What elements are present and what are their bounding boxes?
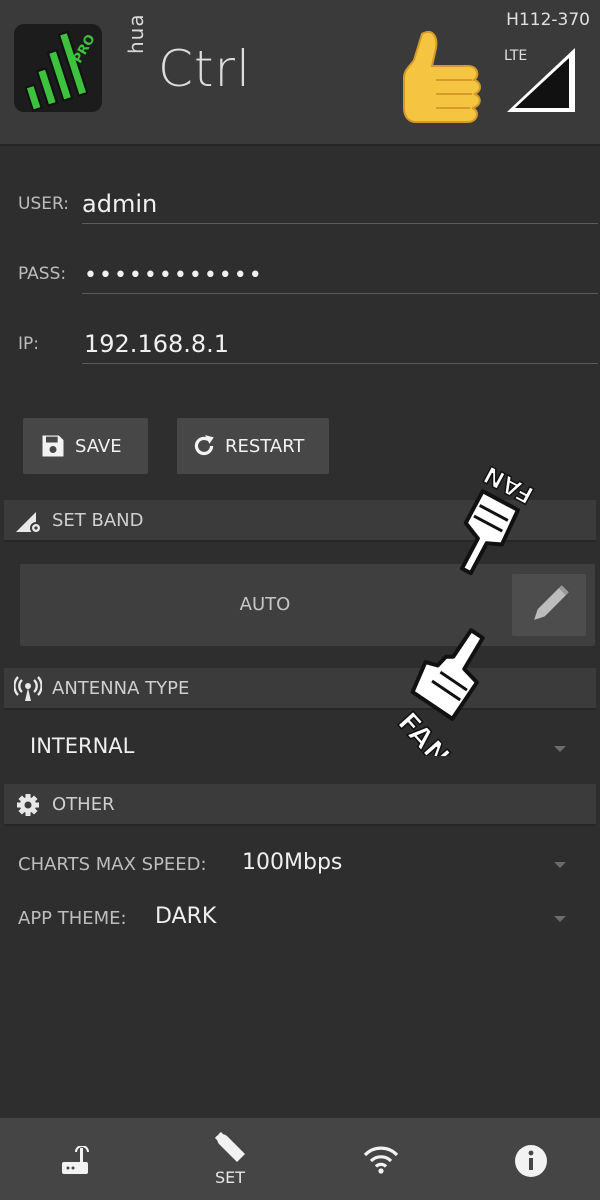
other-header: OTHER — [4, 784, 596, 826]
wifi-icon — [363, 1146, 399, 1174]
info-icon — [515, 1145, 547, 1177]
user-input[interactable]: admin — [82, 190, 157, 218]
ip-underline — [82, 363, 598, 364]
antenna-icon — [14, 676, 42, 701]
ip-field[interactable]: IP: 192.168.8.1 — [0, 316, 600, 364]
charts-max-speed-value: 100Mbps — [242, 850, 343, 875]
signal-icon — [507, 48, 575, 112]
restart-icon — [194, 435, 214, 456]
charts-max-speed-label: CHARTS MAX SPEED: — [18, 854, 207, 875]
user-field[interactable]: USER: admin — [0, 176, 600, 224]
nav-set-label: SET — [214, 1168, 246, 1187]
charts-dropdown-caret — [554, 862, 566, 868]
ip-label: IP: — [18, 334, 39, 354]
gear-icon — [17, 794, 39, 816]
app-theme-label: APP THEME: — [18, 908, 127, 929]
app-theme-value: DARK — [155, 904, 217, 929]
charts-max-speed-select[interactable]: CHARTS MAX SPEED: 100Mbps — [0, 846, 600, 886]
pass-underline — [82, 293, 598, 294]
logo-icon: PRO — [14, 24, 102, 112]
save-button[interactable]: SAVE — [23, 418, 148, 474]
user-label: USER: — [18, 194, 69, 214]
router-icon — [62, 1146, 89, 1174]
save-label: SAVE — [75, 435, 122, 457]
nav-info[interactable] — [456, 1118, 600, 1200]
band-value: AUTO — [239, 594, 291, 615]
thumbs-up-icon — [403, 30, 481, 123]
app-theme-select[interactable]: APP THEME: DARK — [0, 900, 600, 940]
pass-input[interactable]: •••••••••••• — [84, 263, 264, 288]
user-underline — [82, 223, 598, 224]
device-model: H112-370 — [506, 10, 590, 30]
fan-sticker-top: FAN — [459, 459, 539, 576]
app-subtitle: hua — [124, 13, 148, 54]
other-label: OTHER — [52, 793, 115, 815]
antenna-value: INTERNAL — [30, 734, 135, 758]
nav-router[interactable] — [0, 1118, 150, 1200]
wrench-icon — [215, 1132, 245, 1162]
app-header: PRO hua Ctrl H112-370 LTE — [0, 0, 600, 146]
nav-wifi[interactable] — [306, 1118, 456, 1200]
restart-button[interactable]: RESTART — [177, 418, 329, 474]
nav-set[interactable]: SET — [155, 1118, 305, 1200]
antenna-dropdown-caret — [554, 746, 566, 752]
theme-dropdown-caret — [554, 916, 566, 922]
ip-input[interactable]: 192.168.8.1 — [84, 330, 229, 358]
restart-label: RESTART — [225, 435, 305, 457]
edit-band-button[interactable] — [512, 574, 586, 636]
bottom-nav: SET — [0, 1118, 600, 1200]
pencil-icon — [534, 585, 569, 620]
pass-label: PASS: — [18, 264, 67, 284]
set-band-label: SET BAND — [52, 509, 144, 531]
save-icon — [42, 435, 64, 457]
band-settings-icon — [16, 512, 42, 534]
app-title: Ctrl — [158, 40, 251, 98]
antenna-type-label: ANTENNA TYPE — [52, 677, 190, 699]
pass-field[interactable]: PASS: •••••••••••• — [0, 246, 600, 294]
fan-sticker-bottom: FAN — [390, 628, 485, 756]
